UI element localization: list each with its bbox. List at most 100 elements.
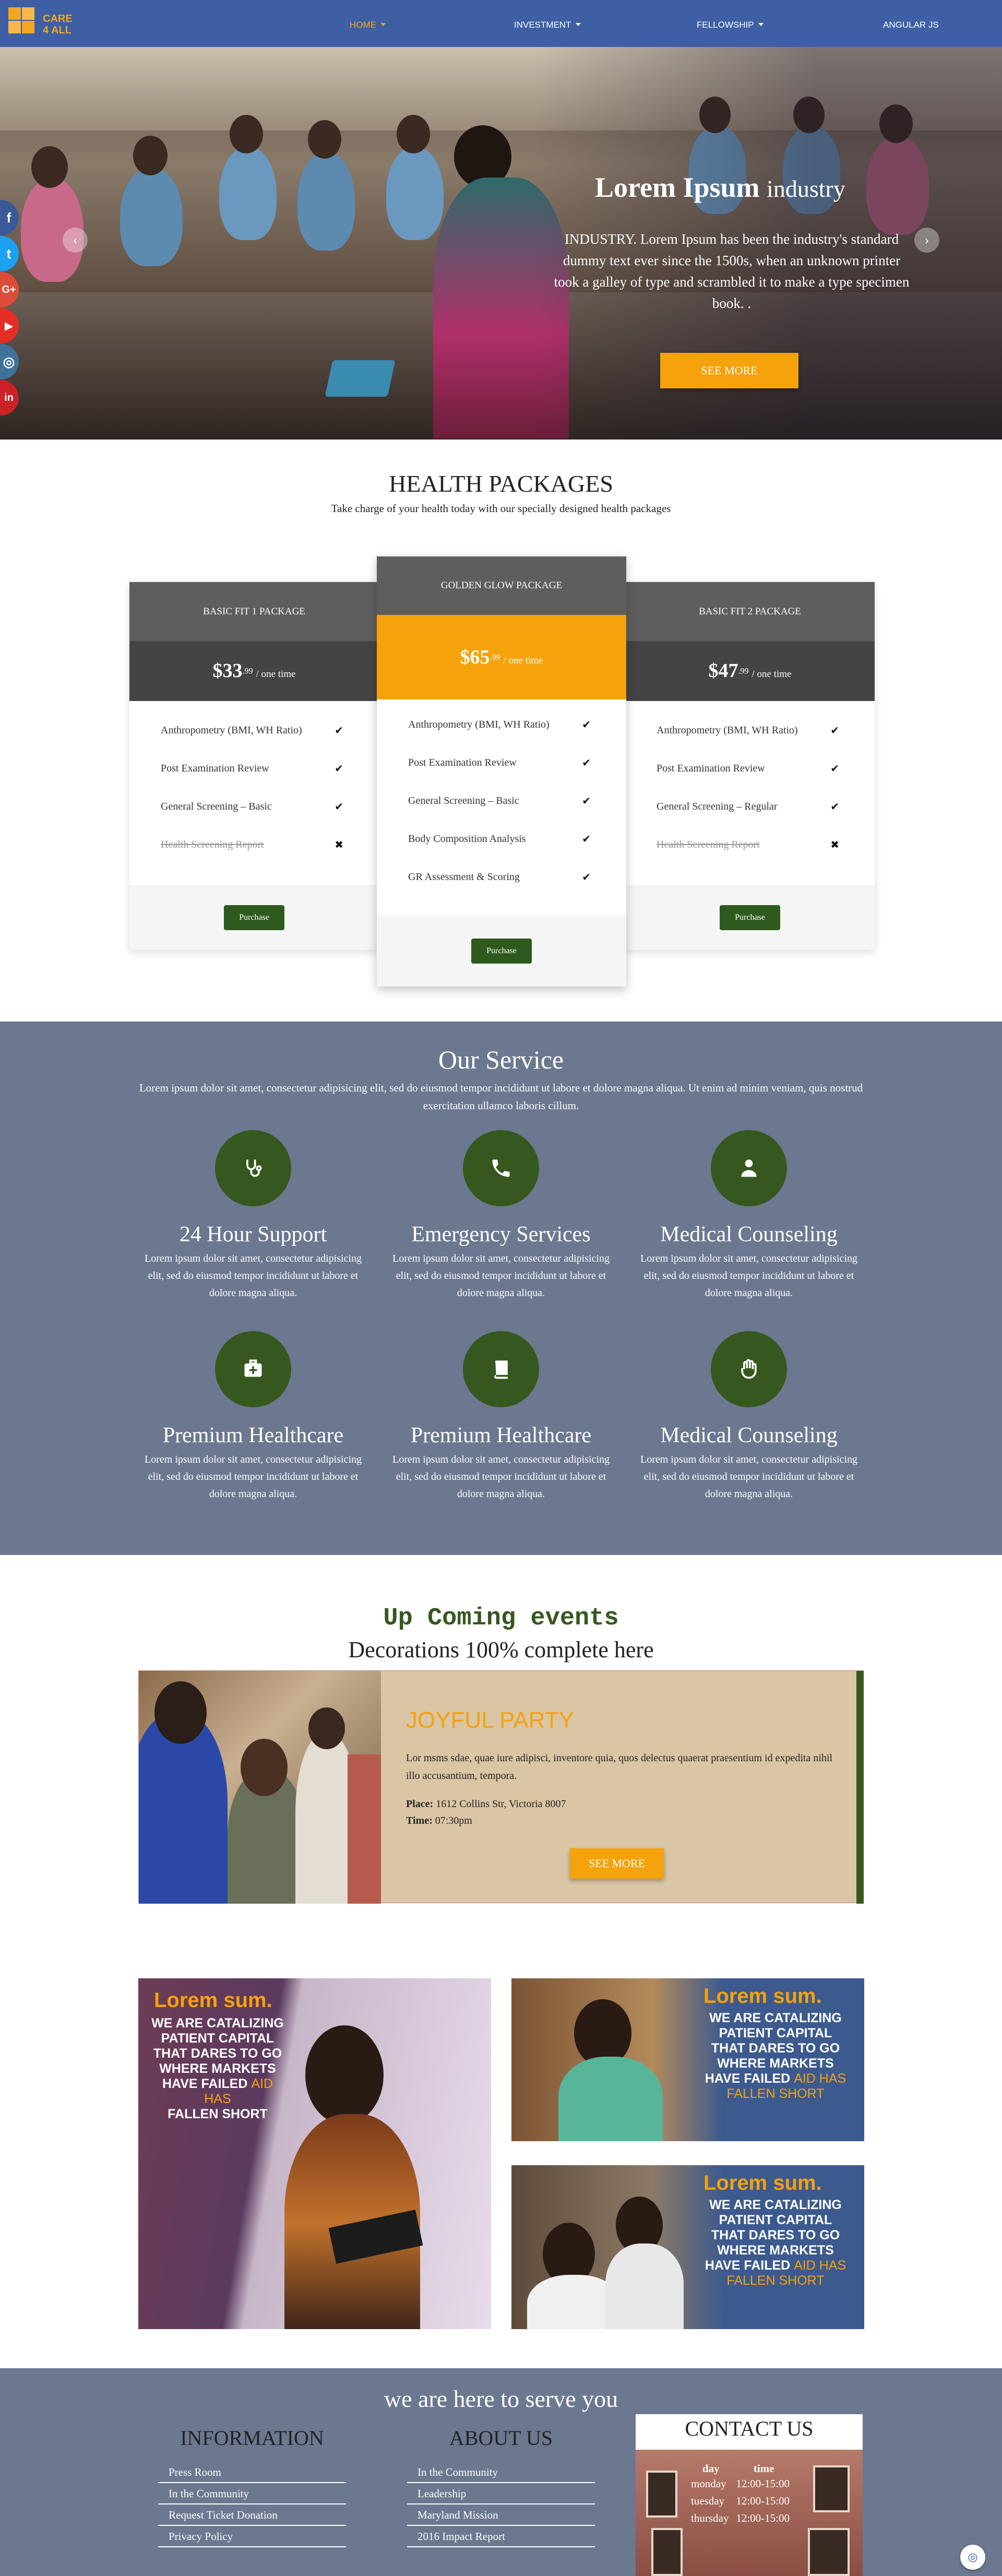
event-card: JOYFUL PARTY Lor msms sdae, quae iure ad… — [138, 1670, 864, 1904]
check-icon: ✔ — [582, 871, 591, 883]
scroll-top-icon[interactable]: ◎ — [960, 2545, 985, 2570]
day-cell: tuesday — [691, 2495, 725, 2507]
place-value: 1612 Collins Str, Victoria 8007 — [436, 1798, 566, 1810]
promo-text: WE ARE CATALIZING PATIENT CAPITAL THAT D… — [697, 2198, 854, 2288]
hero-title: Lorem Ipsum industry — [595, 171, 845, 204]
service-title: Our Service — [438, 1045, 564, 1074]
service-item: Premium Healthcare Lorem ipsum dolor sit… — [389, 1331, 613, 1503]
promo-line: WHERE MARKETS — [717, 2243, 834, 2258]
col-time: time — [753, 2462, 774, 2475]
event-heading: JOYFUL PARTY — [406, 1707, 574, 1733]
promo-line: FALLEN SHORT — [726, 2273, 825, 2288]
packages-subtitle: Take charge of your health today with ou… — [331, 502, 671, 515]
feature-item: Anthropometry (BMI, WH Ratio) ✔ — [625, 711, 875, 750]
promo-heading: Lorem sum. — [703, 2171, 822, 2194]
purchase-button[interactable]: Purchase — [720, 905, 780, 930]
promo-banner-large[interactable]: Lorem sum. WE ARE CATALIZING PATIENT CAP… — [138, 1978, 491, 2329]
package-footer: Purchase — [377, 916, 626, 987]
promo-photo-child — [558, 2057, 663, 2141]
hero-title-suffix: industry — [767, 175, 845, 202]
nav-home[interactable]: HOME — [350, 20, 386, 30]
purchase-button[interactable]: Purchase — [471, 939, 532, 964]
footer-link[interactable]: Leadership — [407, 2483, 595, 2504]
promo-line: THAT DARES TO GO — [153, 2046, 282, 2061]
package-card-basic-fit-1: BASIC FIT 1 PACKAGE $33.99/ one time Ant… — [129, 582, 379, 950]
place-label: Place: — [406, 1798, 434, 1810]
hero-see-more-button[interactable]: SEE MORE — [660, 353, 798, 388]
brand-line1: CARE — [43, 13, 73, 25]
logo-square — [8, 21, 21, 33]
feature-item: Anthropometry (BMI, WH Ratio) ✔ — [377, 706, 626, 744]
youtube-icon[interactable]: ▶ — [0, 308, 19, 343]
logo-square — [22, 21, 34, 33]
event-see-more-button[interactable]: SEE MORE — [570, 1848, 664, 1879]
carousel-prev-icon[interactable]: ‹ — [63, 228, 88, 253]
instagram-icon[interactable]: ◎ — [0, 344, 19, 379]
linkedin-icon[interactable]: in — [0, 380, 19, 416]
promo-line: WE ARE CATALIZING — [709, 2011, 842, 2025]
hero-title-main: Lorem Ipsum — [595, 172, 760, 203]
facebook-icon[interactable]: f — [0, 200, 19, 235]
price-period: / one time — [752, 669, 792, 680]
carousel-next-icon[interactable]: › — [914, 228, 939, 253]
footer-link[interactable]: Maryland Mission — [407, 2504, 595, 2526]
footer-link[interactable]: Request Ticket Donation — [158, 2504, 346, 2526]
day-cell: thursday — [691, 2512, 729, 2524]
photo-child-head — [31, 146, 68, 188]
promo-line: PATIENT CAPITAL — [719, 2213, 832, 2227]
contact-photo-building: day time monday 12:00-15:00 tuesday 12:00-1… — [636, 2450, 863, 2576]
service-item: Medical Counseling Lorem ipsum dolor sit… — [637, 1130, 861, 1302]
price-cents: .99 — [738, 667, 749, 676]
photo-child — [297, 151, 355, 251]
promo-line: FALLEN SHORT — [168, 2107, 268, 2121]
table-row: monday 12:00-15:00 — [689, 2476, 794, 2492]
nav-fellowship[interactable]: FELLOWSHIP — [697, 20, 764, 30]
twitter-icon[interactable]: t — [0, 236, 19, 271]
package-price: $65.99/ one time — [377, 615, 626, 699]
hero-carousel: Lorem Ipsum industry INDUSTRY. Lorem Ips… — [0, 47, 1002, 440]
photo-basket — [325, 360, 396, 397]
photo-child-head — [397, 115, 430, 153]
feature-item: General Screening – Regular ✔ — [625, 788, 875, 826]
caret-down-icon — [758, 23, 764, 26]
time-cell: 12:00-15:00 — [736, 2477, 790, 2490]
time-cell: 12:00-15:00 — [736, 2512, 790, 2524]
nav-angularjs[interactable]: ANGULAR JS — [883, 20, 939, 30]
footer-information: INFORMATION Press Room In the Community … — [158, 2426, 346, 2547]
package-footer: Purchase — [625, 885, 875, 950]
footer-link[interactable]: 2016 Impact Report — [407, 2526, 595, 2547]
check-icon: ✔ — [582, 833, 591, 845]
footer-link[interactable]: Press Room — [158, 2462, 346, 2483]
price-amount: $47 — [708, 660, 738, 682]
feature-text: GR Assessment & Scoring — [408, 871, 520, 883]
table-row: thursday 12:00-15:00 — [689, 2511, 794, 2527]
promo-banner-bottom[interactable]: Lorem sum. WE ARE CATALIZING PATIENT CAP… — [511, 2165, 864, 2329]
promo-line: PATIENT CAPITAL — [719, 2026, 832, 2040]
event-text: Lor msms sdae, quae iure adipisci, inven… — [406, 1752, 832, 1782]
service-item-title: Medical Counseling — [660, 1423, 838, 1447]
nav-investment[interactable]: INVESTMENT — [514, 20, 581, 30]
service-item-text: Lorem ipsum dolor sit amet, consectetur … — [640, 1253, 857, 1299]
day-cell: monday — [691, 2477, 726, 2490]
promo-text: WE ARE CATALIZING PATIENT CAPITAL THAT D… — [150, 2016, 285, 2122]
purchase-button[interactable]: Purchase — [224, 905, 284, 930]
feature-text: General Screening – Regular — [657, 801, 778, 812]
google-plus-icon[interactable]: G+ — [0, 272, 19, 307]
feature-list: Anthropometry (BMI, WH Ratio) ✔ Post Exam… — [129, 701, 379, 885]
social-sidebar: f t G+ ▶ ◎ in — [0, 200, 35, 416]
brand-logo[interactable]: CARE 4 ALL — [6, 5, 77, 42]
footer-about: ABOUT US In the Community Leadership Mar… — [407, 2426, 595, 2547]
medkit-icon — [215, 1331, 291, 1407]
package-price: $33.99/ one time — [129, 641, 379, 701]
footer-link[interactable]: Privacy Policy — [158, 2526, 346, 2547]
feature-item: Anthropometry (BMI, WH Ratio) ✔ — [129, 711, 379, 750]
footer-link[interactable]: In the Community — [407, 2462, 595, 2483]
promo-banner-top[interactable]: Lorem sum. WE ARE CATALIZING PATIENT CAP… — [511, 1978, 864, 2141]
nav-angularjs-label: ANGULAR JS — [883, 20, 939, 30]
promo-heading: Lorem sum. — [703, 1985, 822, 2008]
promo-text: WE ARE CATALIZING PATIENT CAPITAL THAT D… — [697, 2011, 854, 2102]
feature-list: Anthropometry (BMI, WH Ratio) ✔ Post Exam… — [377, 699, 626, 916]
footer-link[interactable]: In the Community — [158, 2483, 346, 2504]
package-name: BASIC FIT 1 PACKAGE — [129, 582, 379, 641]
feature-text: Health Screening Report — [657, 839, 760, 850]
